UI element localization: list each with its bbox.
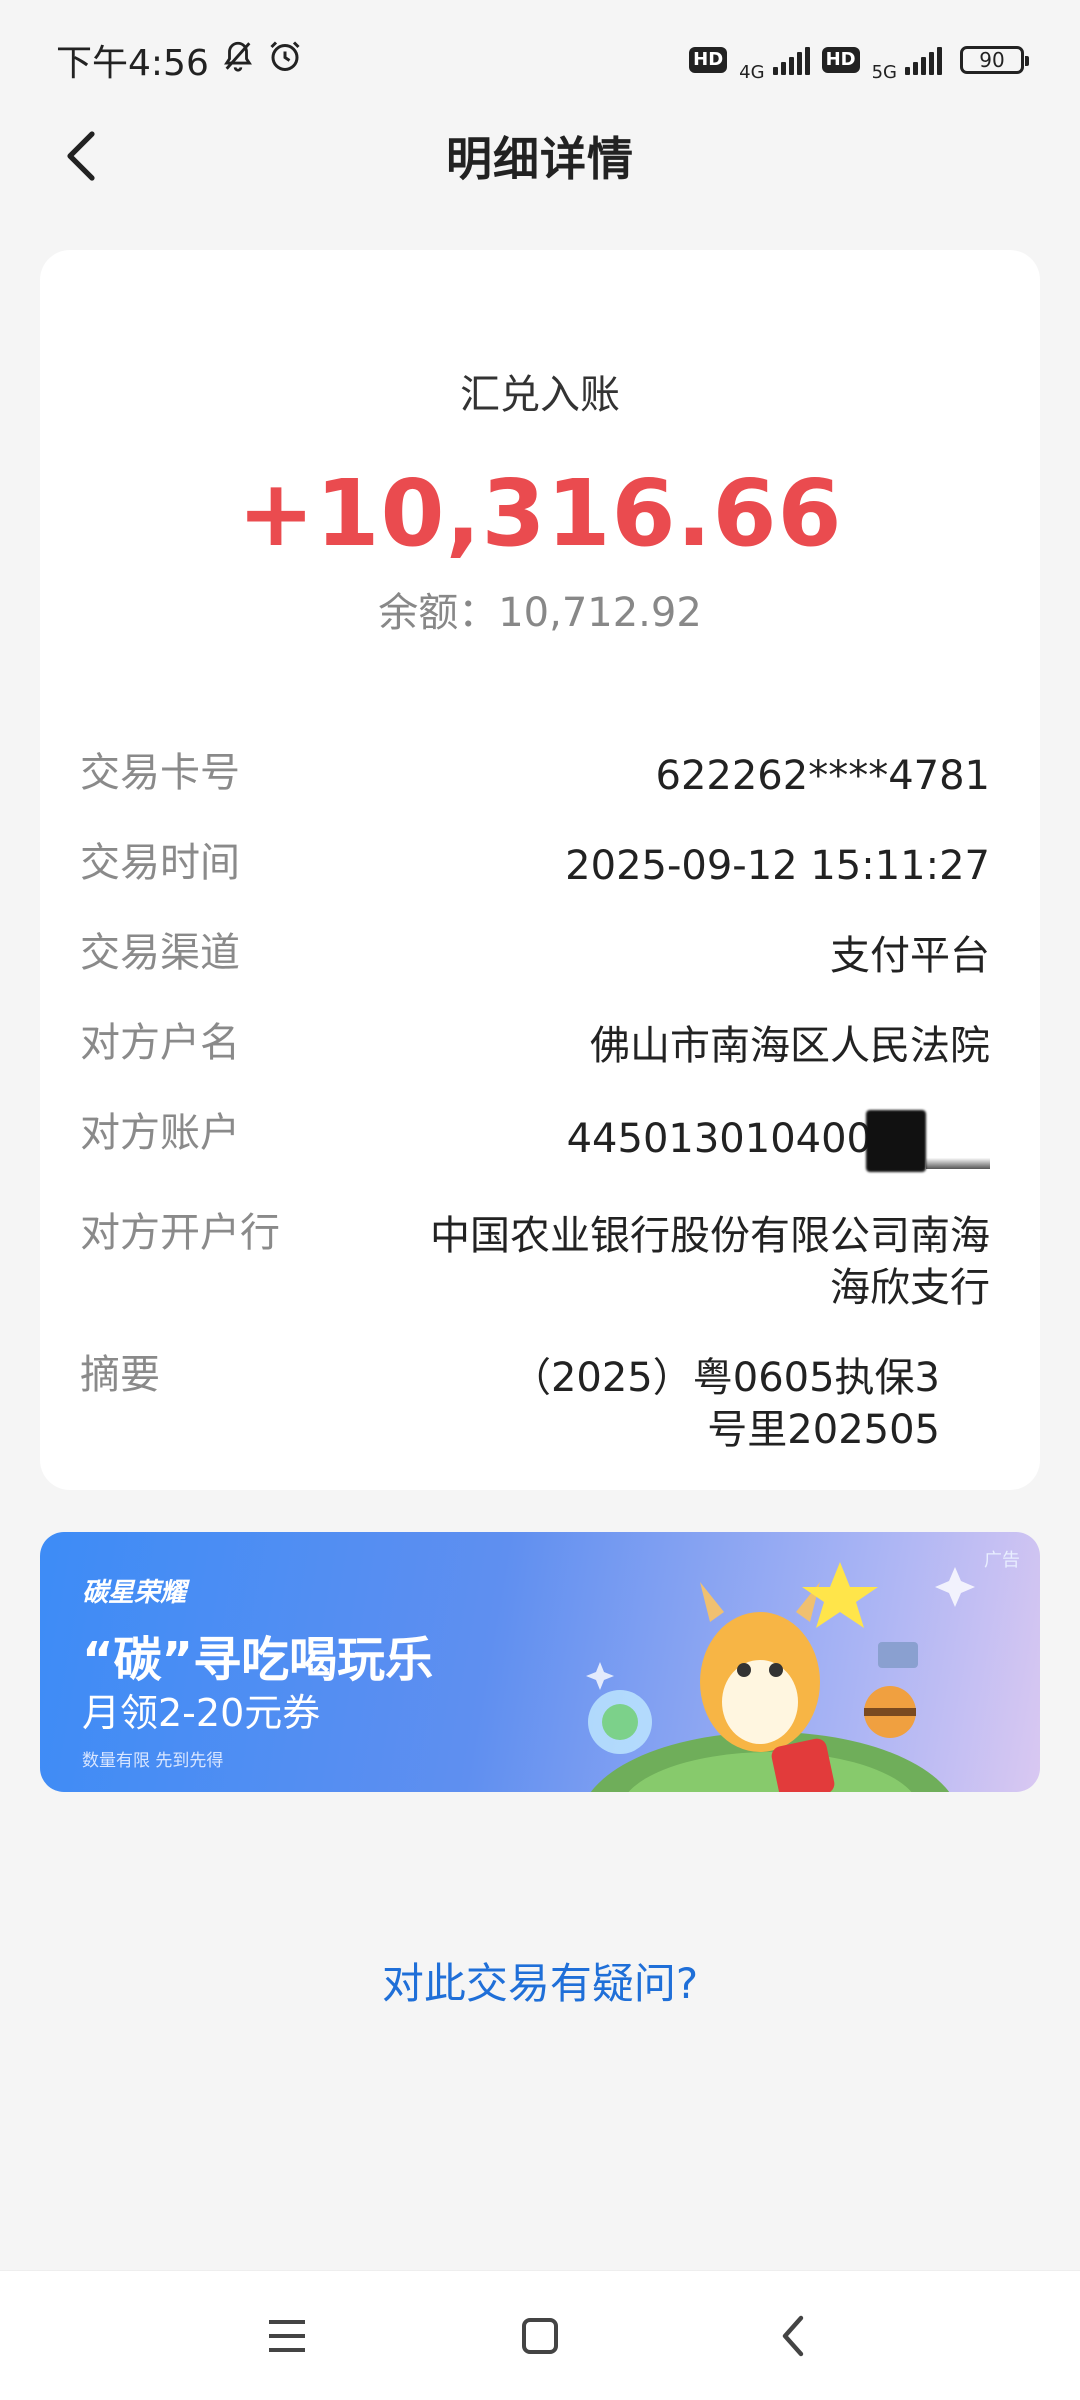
redaction-fade [926,1113,990,1169]
detail-row-channel: 交易渠道 支付平台 [80,930,990,982]
ad-subline: 月领2-20元券 [82,1691,321,1735]
detail-label: 交易卡号 [80,750,240,796]
ad-mascot-illustration [586,1562,975,1792]
detail-value: 2025-09-12 15:11:27 [565,843,990,889]
detail-label: 交易渠道 [80,930,240,976]
status-right: HD 4G HD 5G 90 [689,38,1029,83]
hd-badge: HD [689,47,728,73]
redaction-mask [866,1110,926,1172]
detail-row-time: 交易时间 2025-09-12 15:11:27 [80,840,990,892]
ad-brand-logo: 碳星荣耀 [82,1578,187,1608]
detail-row-payer-account: 对方账户 445013010400 [80,1110,990,1172]
payer-account-number: 445013010400 [566,1116,872,1162]
ad-headline: “碳”寻吃喝玩乐 [82,1632,434,1688]
status-left: 下午4:56 [56,34,303,86]
battery-icon: 90 [960,46,1029,74]
back-button[interactable] [52,126,112,186]
detail-list: 交易卡号 622262****4781 交易时间 2025-09-12 15:1… [80,750,990,1494]
ad-banner[interactable]: 碳星荣耀 “碳”寻吃喝玩乐 月领2-20元券 数量有限 先到先得 广告 [40,1532,1040,1792]
detail-row-summary: 摘要 （2025）粤0605执保3 号里202505 [80,1352,990,1456]
detail-row-payer-name: 对方户名 佛山市南海区人民法院 [80,1020,990,1072]
transaction-amount: +10,316.66 [237,460,843,567]
system-nav-bar [0,2270,1080,2400]
detail-label: 对方账户 [80,1110,240,1156]
alarm-clock-icon [267,38,303,83]
page-title: 明细详情 [446,132,634,186]
summary-line-2: 号里202505 [707,1407,940,1453]
transaction-card: 汇兑入账 +10,316.66 余额：10,712.92 交易卡号 622262… [40,250,1040,1490]
transaction-question-link[interactable]: 对此交易有疑问? [0,1950,1080,2011]
detail-value: 支付平台 [830,933,990,979]
detail-label: 交易时间 [80,840,240,886]
menu-button[interactable] [247,2296,327,2376]
balance-text: 余额：10,712.92 [378,590,702,636]
detail-label: 对方户名 [80,1020,240,1066]
hd-badge: HD [821,47,860,73]
transaction-type: 汇兑入账 [460,372,620,418]
header: 明细详情 [0,120,1080,192]
detail-value: 中国农业银行股份有限公司南海海欣支行 [430,1213,990,1311]
ad-tag: 广告 [984,1550,1020,1571]
menu-icon [268,2319,305,2352]
detail-row-card: 交易卡号 622262****4781 [80,750,990,802]
detail-row-payer-bank: 对方开户行 中国农业银行股份有限公司南海海欣支行 [80,1210,990,1314]
detail-value-masked: 445013010400 [567,1110,990,1172]
detail-value: 622262****4781 [655,753,991,799]
detail-label: 摘要 [80,1352,160,1398]
home-button[interactable] [500,2296,580,2376]
back-arrow-icon [783,2315,804,2356]
network-label-4g: 4G [739,61,765,83]
signal-strength-icon [772,45,810,75]
home-square-icon [521,2317,558,2354]
network-label-5g: 5G [871,61,897,83]
chevron-left-icon [67,131,95,181]
ad-fineprint: 数量有限 先到先得 [82,1751,224,1771]
detail-label: 对方开户行 [80,1210,280,1256]
mute-bell-icon [221,39,255,82]
battery-level: 90 [979,48,1005,72]
back-nav-button[interactable] [753,2296,833,2376]
signal-strength-icon [905,45,942,75]
detail-value-summary: （2025）粤0605执保3 号里202505 [511,1352,990,1456]
status-bar: 下午4:56 HD 4G HD 5G 90 [0,0,1080,120]
detail-value: 佛山市南海区人民法院 [590,1023,990,1069]
summary-line-1: （2025）粤0605执保3 [510,1355,940,1401]
status-time: 下午4:56 [56,43,209,84]
